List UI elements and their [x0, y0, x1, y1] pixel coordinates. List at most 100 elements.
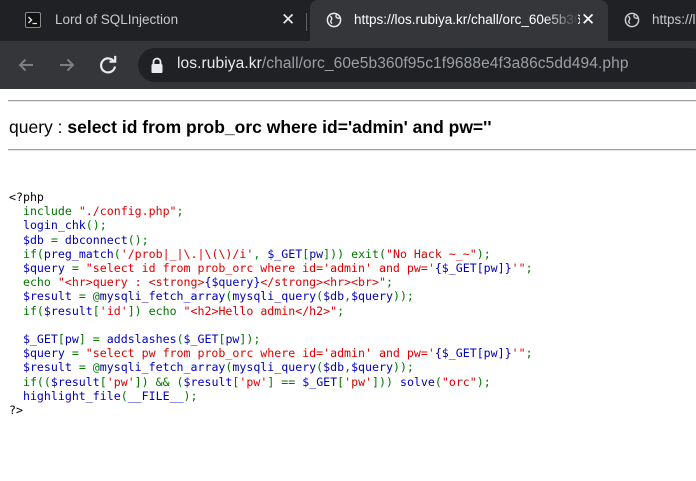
code-line: $_GET[pw] = addslashes($_GET[pw]);: [9, 332, 260, 346]
code-token: "select id from prob_orc where id='admin…: [85, 261, 435, 276]
code-line: $query = "select pw from prob_orc where …: [9, 346, 533, 360]
code-line: $db = dbconnect();: [9, 233, 149, 247]
code-token: {$_GET[pw]}: [434, 346, 512, 361]
code-line: $result = @mysqli_fetch_array(mysqli_que…: [9, 360, 414, 374]
code-token: $result: [183, 374, 233, 389]
code-token: $_GET: [302, 374, 338, 389]
code-token: {$query}: [204, 275, 261, 290]
code-token: ));: [392, 360, 414, 375]
code-token: 'pw': [106, 374, 135, 389]
tab-rubiya-home[interactable]: https://los.rubiya.kr/: [614, 0, 696, 41]
code-token: (: [176, 332, 184, 347]
code-token: ;: [337, 303, 345, 318]
code-token: ]) && (: [134, 374, 184, 389]
code-token: $query: [9, 346, 72, 361]
code-token: $result: [9, 289, 79, 304]
code-token: </strong><hr><br>": [260, 275, 386, 290]
code-token: = @: [78, 360, 100, 375]
code-line: ?>: [9, 403, 23, 417]
code-token: $query: [351, 289, 393, 304]
tab-lord-of-sqlinjection[interactable]: Lord of SQLInjection ✕: [0, 0, 304, 41]
forward-button[interactable]: [55, 53, 79, 77]
globe-icon: [624, 12, 640, 33]
code-line: include "./config.php";: [9, 204, 184, 218]
code-token: login_chk: [9, 218, 86, 233]
code-line: $result = @mysqli_fetch_array(mysqli_que…: [9, 289, 414, 303]
code-token: solve: [399, 374, 435, 389]
code-token: mysqli_query: [232, 360, 317, 375]
tab-orc-challenge[interactable]: https://los.rubiya.kr/chall/orc_60e5b360…: [310, 0, 608, 41]
close-icon[interactable]: ✕: [281, 12, 295, 29]
code-token: [: [92, 303, 100, 318]
code-token: =: [71, 261, 86, 276]
url-host: los.rubiya.kr: [177, 55, 262, 72]
tab-title-fade: [544, 8, 578, 32]
code-token: pw: [64, 332, 79, 347]
code-token: ;: [385, 275, 393, 290]
code-token: [: [57, 332, 65, 347]
globe-icon: [326, 12, 342, 33]
code-token: "orc": [441, 374, 477, 389]
code-token: $query: [351, 360, 393, 375]
close-icon[interactable]: ✕: [581, 12, 595, 29]
code-token: $db: [9, 232, 51, 247]
code-token: $query: [9, 261, 72, 276]
code-token: <?php: [9, 190, 44, 204]
code-token: ;: [525, 346, 533, 361]
code-token: addslashes: [106, 332, 177, 347]
code-line: if($result['id']) echo "<h2>Hello admin<…: [9, 304, 344, 318]
code-token: ();: [85, 218, 107, 233]
code-token: ));: [392, 289, 414, 304]
code-token: );: [183, 388, 198, 403]
reload-button[interactable]: [96, 53, 120, 77]
code-token: = @: [78, 289, 100, 304]
code-token: {$_GET[pw]}: [434, 261, 512, 276]
code-token: mysqli_fetch_array: [99, 289, 226, 304]
code-token: ] ==: [267, 374, 303, 389]
code-token: =: [71, 346, 86, 361]
code-token: ?>: [9, 403, 23, 418]
query-output: query : select id from prob_orc where id…: [9, 117, 491, 138]
code-token: $result: [50, 374, 100, 389]
code-token: ;: [176, 204, 184, 219]
address-url[interactable]: los.rubiya.kr/chall/orc_60e5b360f95c1f96…: [177, 55, 629, 73]
code-token: '/prob|_|\.|\(\)/i': [120, 246, 254, 261]
tab-separator: [306, 13, 307, 31]
code-token: ])) exit(: [323, 246, 386, 261]
code-token: [: [99, 374, 107, 389]
code-line: <?php: [9, 190, 44, 204]
code-token: $result: [43, 303, 93, 318]
back-button[interactable]: [14, 53, 38, 77]
arrow-left-icon: [18, 58, 33, 72]
code-line: highlight_file(__FILE__);: [9, 389, 198, 403]
code-token: ;: [525, 261, 533, 276]
code-token: ]) echo: [127, 303, 184, 318]
code-token: include: [22, 204, 79, 219]
code-token: "select pw from prob_orc where id='admin…: [85, 346, 435, 361]
code-token: ();: [127, 232, 149, 247]
url-path: /chall/orc_60e5b360f95c1f9688e4f3a86c5dd…: [261, 55, 629, 72]
code-token: __FILE__: [127, 388, 184, 403]
tab-strip: Lord of SQLInjection ✕ https://los.rubiy…: [0, 0, 696, 41]
reload-icon: [100, 55, 117, 74]
code-token: ])): [372, 374, 400, 389]
code-line: echo "<hr>query : <strong>{$query}</stro…: [9, 275, 393, 289]
code-line: if(($result['pw']) && ($result['pw'] == …: [9, 375, 491, 389]
arrow-right-icon: [60, 58, 75, 72]
page-content: query : select id from prob_orc where id…: [0, 89, 696, 481]
code-token: "<h2>Hello admin</h2>": [183, 303, 338, 318]
code-token: mysqli_fetch_array: [99, 360, 226, 375]
code-token: $_GET: [9, 332, 58, 347]
code-token: $result: [9, 360, 79, 375]
code-token: 'pw': [239, 374, 268, 389]
code-token: ,: [253, 246, 268, 261]
code-token: '": [511, 261, 526, 276]
code-line: if(preg_match('/prob|_|\.|\(\)/i', $_GET…: [9, 247, 491, 261]
lock-icon[interactable]: [150, 57, 164, 79]
query-label: query :: [9, 117, 68, 137]
